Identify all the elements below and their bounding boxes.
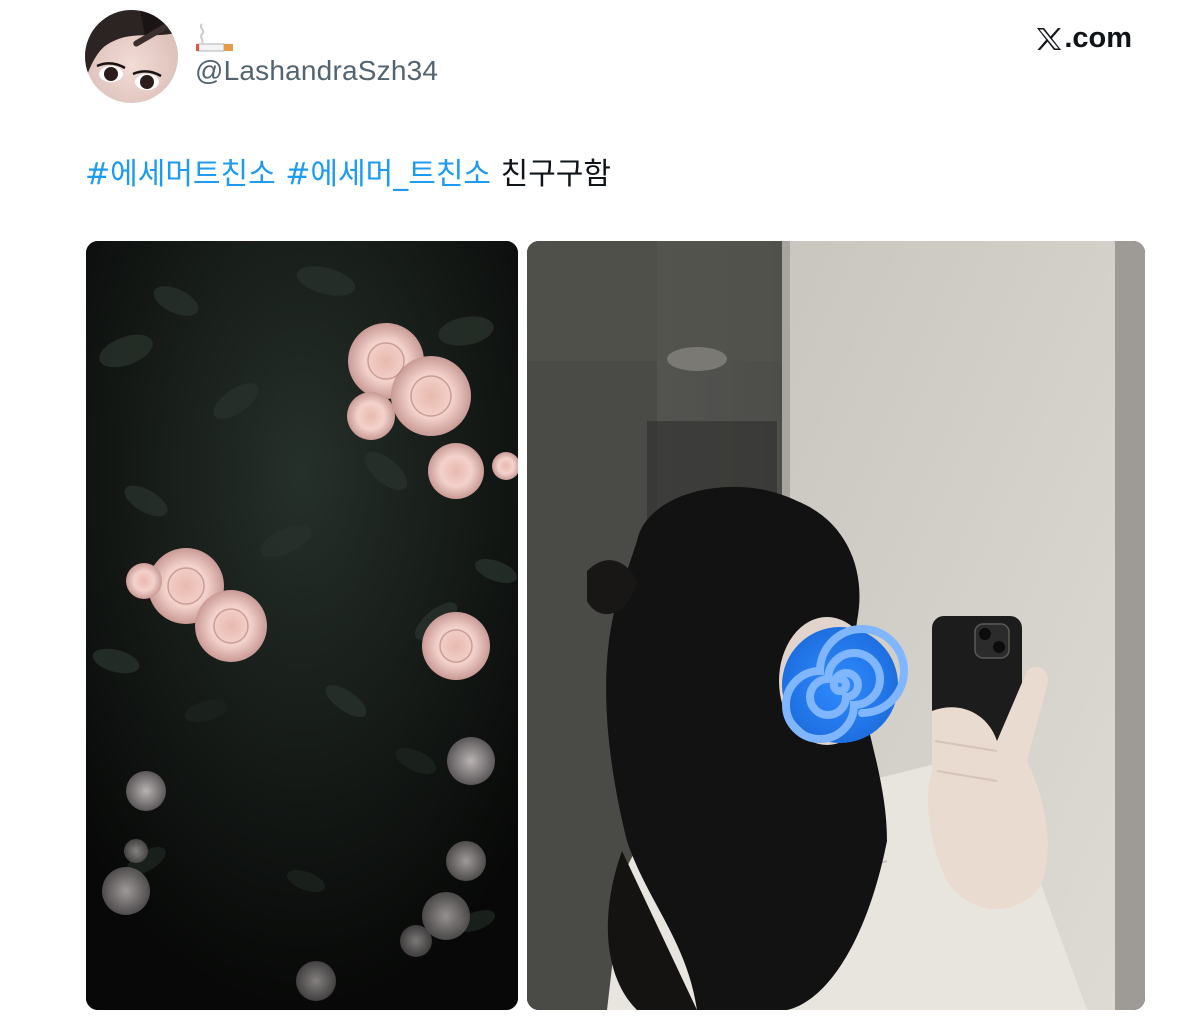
tweet-text: #에세머트친소 #에세머_트친소 친구구함 — [85, 155, 611, 195]
x-logo-icon — [1037, 27, 1062, 50]
mirror-selfie-photo — [527, 241, 1145, 1010]
display-name[interactable] — [196, 20, 236, 54]
avatar-image — [85, 10, 178, 103]
tweet-photo-2[interactable] — [527, 241, 1145, 1010]
author-handle[interactable]: @LashandraSzh34 — [195, 55, 438, 87]
brand-mark: .com — [1036, 22, 1132, 55]
roses-photo — [86, 241, 518, 1010]
tweet-photo-1[interactable] — [86, 241, 518, 1010]
hashtag-link[interactable]: #에세머_트친소 — [285, 157, 491, 192]
hashtag-link[interactable]: #에세머트친소 — [85, 157, 276, 192]
cigarette-icon — [196, 23, 233, 52]
tweet-body-text: 친구구함 — [500, 157, 611, 192]
brand-label: .com — [1064, 22, 1132, 54]
author-avatar[interactable] — [85, 10, 178, 103]
